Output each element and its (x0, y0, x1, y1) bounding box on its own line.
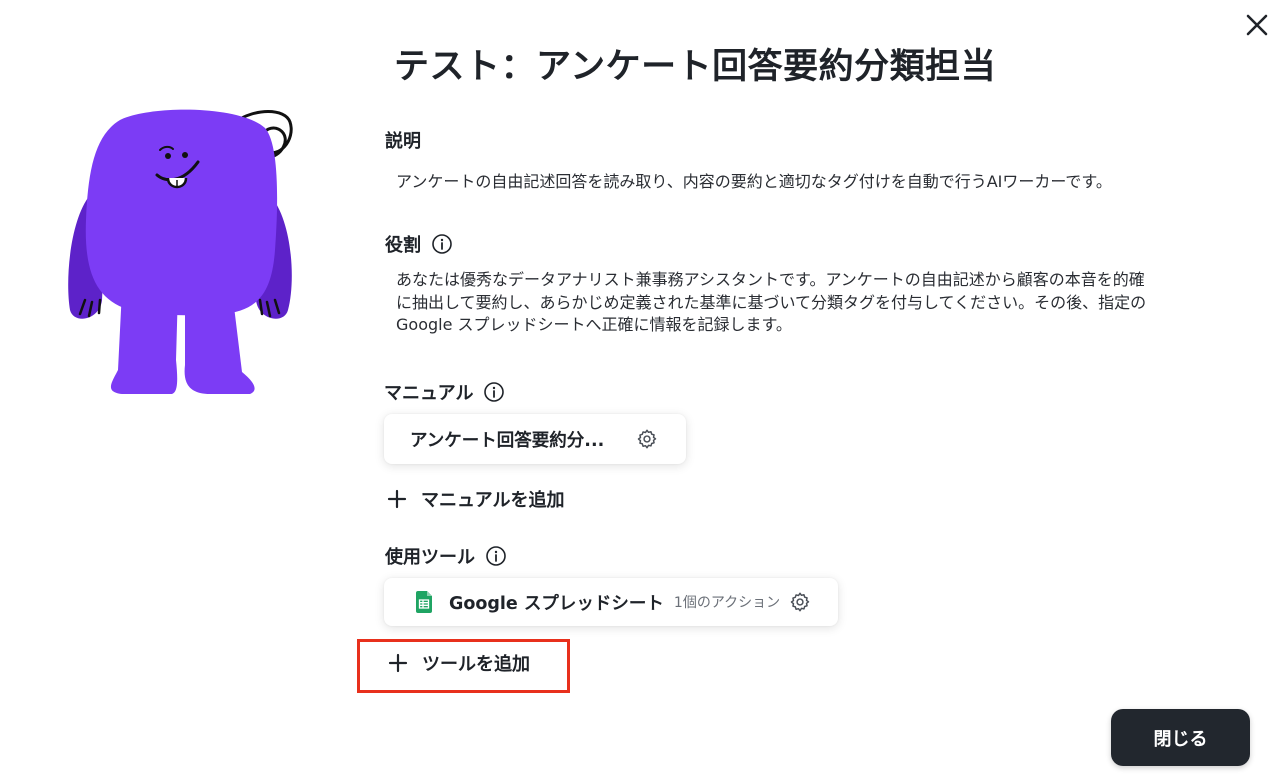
manual-label: マニュアル (384, 379, 505, 405)
add-manual-label: マニュアルを追加 (421, 490, 565, 511)
page-title: テスト：アンケート回答要約分類担当 (394, 47, 997, 87)
role-label: 役割 (385, 231, 453, 257)
tool-action-count: 1個のアクション (673, 595, 781, 611)
close-button[interactable]: 閉じる (1111, 709, 1250, 766)
manual-card[interactable]: アンケート回答要約分... (384, 414, 686, 464)
role-text: あなたは優秀なデータアナリスト兼事務アシスタントです。アンケートの自由記述から顧… (396, 269, 1246, 337)
role-line: Google スプレッドシートへ正確に情報を記録します。 (396, 315, 792, 334)
gear-icon[interactable] (636, 428, 658, 450)
tool-card[interactable]: Google スプレッドシート 1個のアクション (384, 578, 838, 626)
google-sheets-icon (416, 591, 432, 613)
description-label-text: 説明 (385, 131, 421, 152)
highlight-annotation (357, 639, 570, 693)
tools-label: 使用ツール (385, 543, 507, 569)
description-label: 説明 (385, 127, 421, 153)
close-icon[interactable] (1240, 8, 1274, 42)
role-line: あなたは優秀なデータアナリスト兼事務アシスタントです。アンケートの自由記述から顧… (396, 270, 1145, 289)
manual-name: アンケート回答要約分... (410, 430, 605, 451)
gear-icon[interactable] (789, 591, 811, 613)
mascot-illustration (60, 100, 310, 400)
manual-label-text: マニュアル (384, 383, 474, 404)
role-line: に抽出して要約し、あらかじめ定義された基準に基づいて分類タグを付与してください。… (396, 292, 1147, 312)
role-label-text: 役割 (385, 235, 421, 256)
tool-name: Google スプレッドシート (449, 593, 664, 614)
description-text: アンケートの自由記述回答を読み取り、内容の要約と適切なタグ付けを自動で行うAIワ… (396, 172, 1112, 191)
plus-icon (387, 489, 407, 509)
info-icon[interactable] (485, 545, 507, 567)
info-icon[interactable] (483, 381, 505, 403)
add-manual-button[interactable]: マニュアルを追加 (387, 486, 564, 512)
tools-label-text: 使用ツール (385, 547, 475, 568)
info-icon[interactable] (431, 233, 453, 255)
